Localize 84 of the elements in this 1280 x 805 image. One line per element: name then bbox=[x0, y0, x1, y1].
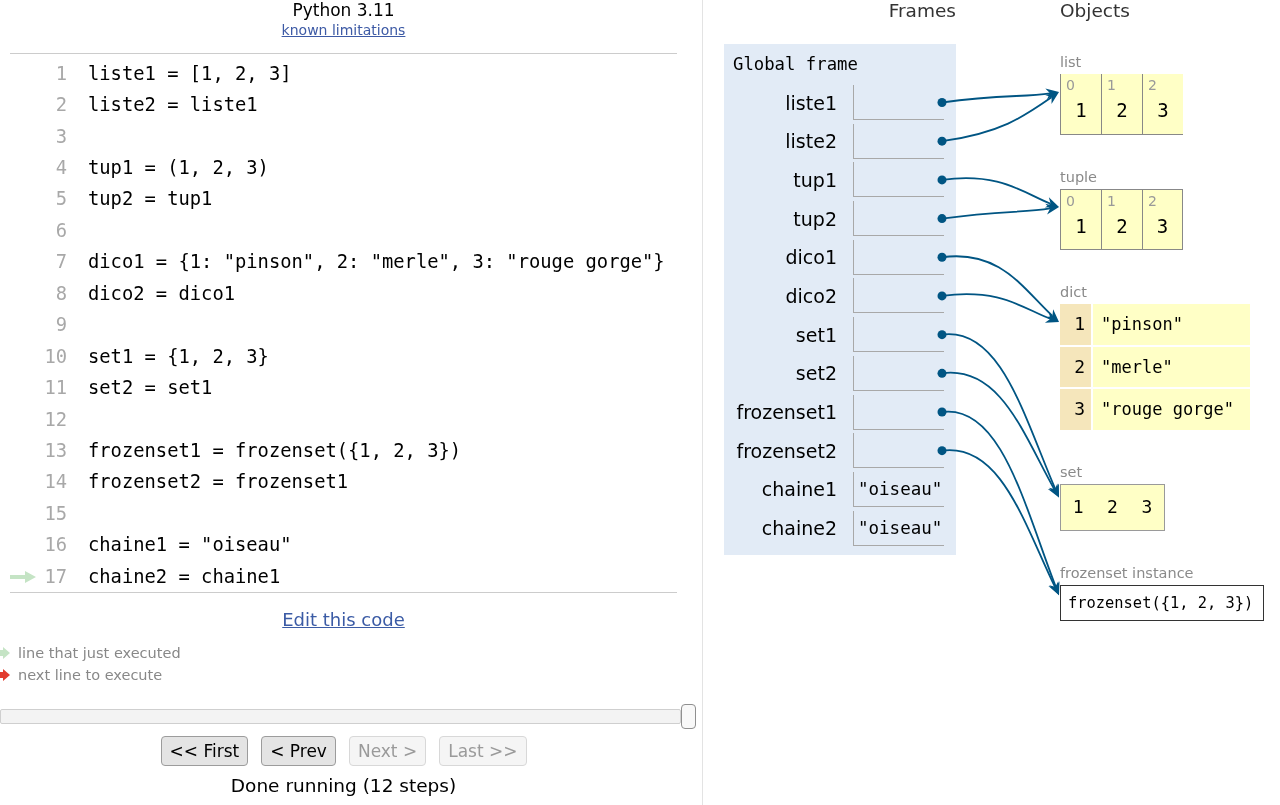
line-number: 13 bbox=[43, 438, 67, 463]
variable-name: dico2 bbox=[784, 283, 837, 308]
value-cell: "oiseau" bbox=[853, 510, 944, 546]
code-line: liste1 = [1, 2, 3] bbox=[88, 61, 292, 86]
line-number: 2 bbox=[54, 93, 67, 118]
edit-code-link[interactable]: Edit this code bbox=[282, 608, 405, 633]
element-value: 2 bbox=[1115, 214, 1129, 238]
variable-name: liste1 bbox=[784, 90, 837, 115]
line-number: 14 bbox=[43, 470, 67, 495]
element-value: 3 bbox=[1156, 98, 1170, 122]
dict-value-cell: "rouge gorge" bbox=[1093, 389, 1250, 430]
element-index: 2 bbox=[1147, 76, 1158, 93]
variable-name: set1 bbox=[794, 322, 837, 347]
element-value: 3 bbox=[1155, 214, 1170, 238]
code-line: frozenset1 = frozenset({1, 2, 3}) bbox=[88, 438, 462, 463]
element-index: 1 bbox=[1106, 76, 1117, 93]
first-button[interactable]: << First bbox=[160, 736, 249, 767]
code-line: set2 = set1 bbox=[88, 376, 213, 401]
code-line: chaine1 = "oiseau" bbox=[88, 533, 292, 558]
element-index: 0 bbox=[1065, 76, 1076, 93]
frames-heading: Frames bbox=[887, 0, 956, 22]
element-index: 1 bbox=[1106, 192, 1117, 209]
element-value: 1 bbox=[1074, 214, 1088, 238]
variable-name: tup1 bbox=[792, 167, 837, 192]
line-number: 11 bbox=[43, 376, 67, 401]
element-index: 2 bbox=[1147, 192, 1158, 209]
code-line: tup1 = (1, 2, 3) bbox=[88, 156, 269, 181]
dict-key-cell: 3 bbox=[1060, 389, 1091, 430]
code-line: dico1 = {1: "pinson", 2: "merle", 3: "rouge gorge"} bbox=[88, 250, 665, 275]
object-type-label: list bbox=[1060, 54, 1082, 70]
value-cell: "oiseau" bbox=[853, 471, 944, 507]
frozenset-object: frozenset({1, 2, 3}) bbox=[1060, 584, 1264, 621]
set-element: 1 bbox=[1071, 495, 1085, 519]
status-text: Done running (12 steps) bbox=[230, 774, 457, 799]
element-index: 0 bbox=[1065, 192, 1076, 209]
object-type-label: dict bbox=[1060, 284, 1087, 300]
slider-thumb[interactable] bbox=[681, 704, 696, 730]
line-number: 7 bbox=[54, 250, 67, 275]
code-line: set1 = {1, 2, 3} bbox=[88, 344, 269, 369]
set-element: 3 bbox=[1140, 495, 1154, 519]
code-line: frozenset2 = frozenset1 bbox=[88, 470, 349, 495]
variable-name: chaine2 bbox=[760, 516, 837, 541]
variable-name: chaine1 bbox=[760, 477, 837, 502]
page-title: Python 3.11 bbox=[292, 0, 395, 20]
code-line: dico2 = dico1 bbox=[88, 281, 235, 306]
legend-text: next line to execute bbox=[18, 666, 163, 686]
known-limitations-link[interactable]: known limitations bbox=[281, 20, 406, 40]
variable-name: frozenset1 bbox=[735, 400, 837, 424]
object-type-label: set bbox=[1060, 463, 1083, 480]
object-type-label: tuple bbox=[1060, 169, 1098, 185]
line-number: 5 bbox=[54, 187, 67, 212]
variable-name: liste2 bbox=[784, 129, 837, 154]
object-type-label: frozenset instance bbox=[1060, 564, 1194, 581]
code-line: tup2 = tup1 bbox=[88, 187, 213, 212]
line-number: 6 bbox=[54, 218, 67, 243]
dict-value-cell: "pinson" bbox=[1093, 304, 1250, 345]
line-number: 8 bbox=[54, 281, 67, 306]
prev-button[interactable]: < Prev bbox=[261, 736, 336, 767]
objects-heading: Objects bbox=[1060, 0, 1131, 22]
frame-title: Global frame bbox=[733, 53, 859, 75]
code-line: chaine2 = chaine1 bbox=[88, 564, 281, 589]
line-number: 3 bbox=[54, 124, 67, 149]
line-number: 12 bbox=[43, 407, 67, 432]
set-element: 2 bbox=[1106, 495, 1119, 519]
element-value: 2 bbox=[1115, 98, 1129, 122]
code-line: liste2 = liste1 bbox=[88, 93, 258, 118]
element-value: 1 bbox=[1074, 98, 1088, 122]
variable-name: dico1 bbox=[784, 245, 837, 270]
dict-key-cell: 2 bbox=[1060, 346, 1091, 387]
variable-name: frozenset2 bbox=[735, 438, 837, 463]
right-arrow-icon bbox=[0, 647, 10, 660]
dict-key-cell: 1 bbox=[1060, 304, 1091, 345]
line-number: 17 bbox=[43, 564, 67, 589]
legend-text: line that just executed bbox=[18, 644, 181, 664]
line-number: 4 bbox=[54, 156, 67, 181]
right-arrow-icon bbox=[0, 669, 10, 682]
dict-value-cell: "merle" bbox=[1093, 346, 1250, 387]
variable-name: tup2 bbox=[792, 206, 837, 231]
line-number: 16 bbox=[43, 533, 67, 558]
line-number: 1 bbox=[54, 61, 67, 86]
variable-name: set2 bbox=[794, 361, 837, 386]
line-number: 9 bbox=[54, 313, 67, 338]
line-number: 10 bbox=[43, 344, 67, 369]
line-number: 15 bbox=[43, 501, 67, 526]
